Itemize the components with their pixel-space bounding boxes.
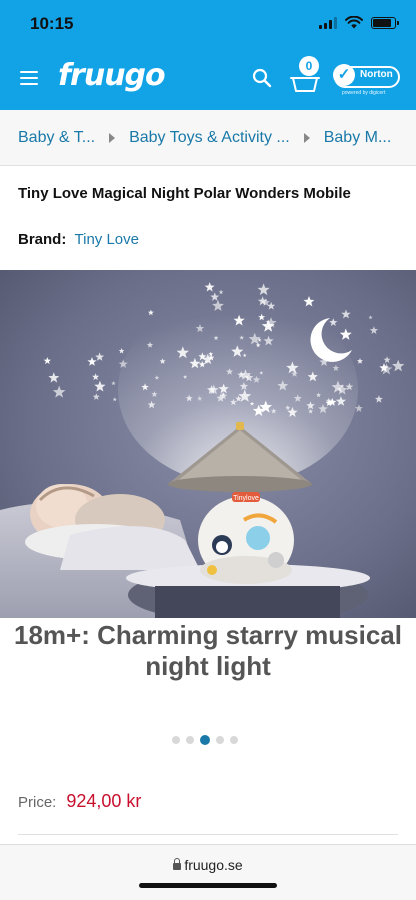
- breadcrumb-item-baby-mobiles[interactable]: Baby M...: [324, 129, 392, 147]
- norton-label: Norton: [360, 69, 393, 80]
- site-header: fruugo 0 ✓ Norton powered by digicert: [0, 48, 416, 110]
- divider: [18, 834, 398, 835]
- carousel-dot[interactable]: [172, 736, 180, 744]
- chevron-right-icon: [109, 132, 116, 143]
- menu-icon[interactable]: [20, 71, 38, 85]
- status-time: 10:15: [30, 14, 74, 33]
- price-row: Price: 924,00 kr: [18, 791, 141, 812]
- url-text: fruugo.se: [184, 857, 243, 873]
- image-caption: 18m+: Charming starry musical night ligh…: [14, 620, 402, 681]
- brand-row: Brand: Tiny Love: [18, 231, 139, 248]
- url-display[interactable]: fruugo.se: [0, 857, 416, 873]
- tinylove-badge: Tinylove: [233, 495, 259, 502]
- norton-badge: ✓ Norton powered by digicert: [333, 64, 400, 96]
- cart-count-badge: 0: [299, 56, 319, 76]
- status-icons: [319, 16, 399, 29]
- lock-icon: [173, 858, 182, 870]
- search-icon[interactable]: [252, 68, 272, 88]
- browser-url-bar[interactable]: fruugo.se: [0, 844, 416, 900]
- carousel-dots: [172, 735, 238, 745]
- breadcrumb-item-baby-toys[interactable]: Baby Toys & Activity ...: [129, 129, 290, 147]
- home-indicator[interactable]: [139, 883, 277, 888]
- carousel-dot[interactable]: [230, 736, 238, 744]
- price-label: Price:: [18, 794, 57, 811]
- wifi-icon: [345, 16, 363, 29]
- norton-check-icon: ✓: [333, 64, 355, 86]
- product-title: Tiny Love Magical Night Polar Wonders Mo…: [18, 185, 351, 202]
- brand-label: Brand:: [18, 231, 67, 248]
- breadcrumb-item-baby-toddler[interactable]: Baby & T...: [18, 129, 95, 147]
- cart-button[interactable]: 0: [290, 56, 320, 96]
- status-bar: 10:15: [0, 0, 416, 48]
- carousel-dot-active[interactable]: [200, 735, 210, 745]
- fruugo-logo[interactable]: fruugo: [58, 58, 166, 93]
- signal-icon: [319, 16, 337, 29]
- carousel-dot[interactable]: [216, 736, 224, 744]
- breadcrumb: Baby & T... Baby Toys & Activity ... Bab…: [0, 110, 416, 166]
- battery-icon: [371, 16, 399, 29]
- price-value: 924,00 kr: [66, 791, 142, 811]
- product-image[interactable]: Tinylove: [0, 270, 416, 618]
- chevron-right-icon: [303, 132, 310, 143]
- brand-link[interactable]: Tiny Love: [75, 231, 139, 248]
- carousel-dot[interactable]: [186, 736, 194, 744]
- norton-sublabel: powered by digicert: [342, 90, 386, 96]
